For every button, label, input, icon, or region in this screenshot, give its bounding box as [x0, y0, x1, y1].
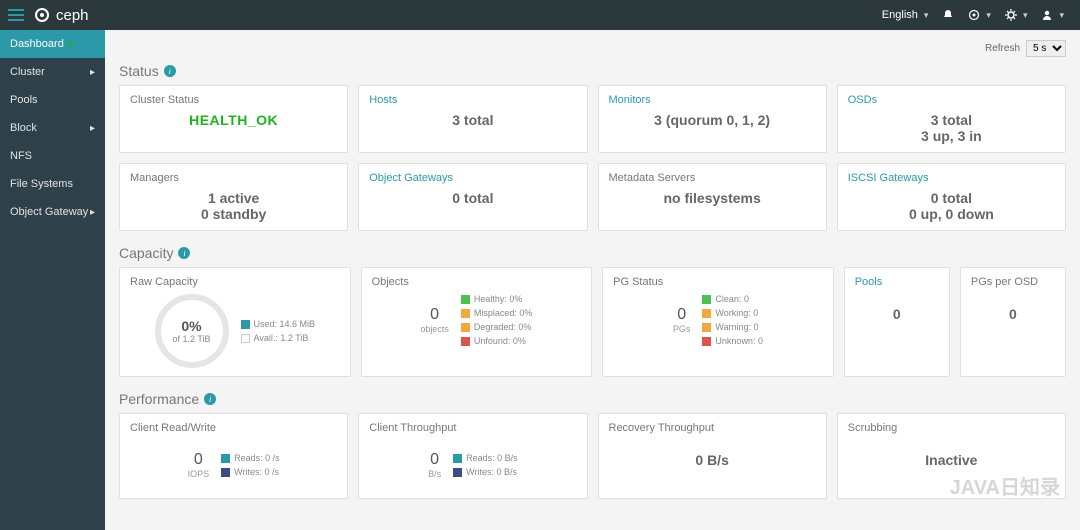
tasks-dropdown[interactable] — [968, 9, 991, 21]
language-dropdown[interactable]: English — [882, 9, 929, 21]
status-card-iscsi-gateways: ISCSI Gateways0 total0 up, 0 down — [837, 163, 1066, 231]
sidebar-item-block[interactable]: Block — [0, 114, 105, 142]
recovery-throughput-card: Recovery Throughput0 B/s — [598, 413, 827, 499]
info-icon[interactable]: i — [164, 65, 176, 77]
status-card-osds: OSDs3 total3 up, 3 in — [837, 85, 1066, 153]
ceph-icon — [34, 7, 50, 23]
raw-capacity-card: Raw Capacity0%of 1.2 TiBUsed: 14.6 MiBAv… — [119, 267, 351, 377]
status-card-cluster-status: Cluster StatusHEALTH_OK — [119, 85, 348, 153]
refresh-label: Refresh — [985, 43, 1020, 54]
settings-dropdown[interactable] — [1005, 9, 1028, 21]
info-icon[interactable]: i — [204, 393, 216, 405]
pools-card: Pools0 — [844, 267, 950, 377]
sidebar-item-file-systems[interactable]: File Systems — [0, 170, 105, 198]
hamburger-menu[interactable] — [8, 9, 24, 21]
user-dropdown[interactable] — [1041, 9, 1064, 21]
sidebar-item-cluster[interactable]: Cluster — [0, 58, 105, 86]
status-card-monitors: Monitors3 (quorum 0, 1, 2) — [598, 85, 827, 153]
status-card-hosts: Hosts3 total — [358, 85, 587, 153]
sidebar-item-pools[interactable]: Pools — [0, 86, 105, 114]
pg-status-card: PG Status0PGsClean: 0Working: 0Warning: … — [602, 267, 834, 377]
brand-logo: ceph — [34, 7, 89, 24]
pgs-per-osd-card: PGs per OSD0 — [960, 267, 1066, 377]
refresh-select[interactable]: 5 s — [1026, 40, 1066, 57]
brand-text: ceph — [56, 7, 89, 24]
capacity-donut: 0%of 1.2 TiB — [155, 294, 229, 368]
status-card-object-gateways: Object Gateways0 total — [358, 163, 587, 231]
client-throughput-card: Client Throughput0B/sReads: 0 B/sWrites:… — [358, 413, 587, 499]
objects-card: Objects0objectsHealthy: 0%Misplaced: 0%D… — [361, 267, 593, 377]
performance-heading: Performancei — [119, 391, 1066, 407]
client-rw-card: Client Read/Write0IOPSReads: 0 /sWrites:… — [119, 413, 348, 499]
status-card-managers: Managers1 active0 standby — [119, 163, 348, 231]
sidebar-item-object-gateway[interactable]: Object Gateway — [0, 198, 105, 226]
capacity-heading: Capacityi — [119, 245, 1066, 261]
notifications-icon[interactable] — [942, 9, 954, 21]
watermark: JAVA日知录 — [950, 471, 1060, 500]
sidebar: Dashboard ✔ClusterPoolsBlockNFSFile Syst… — [0, 30, 105, 530]
sidebar-item-nfs[interactable]: NFS — [0, 142, 105, 170]
status-card-metadata-servers: Metadata Serversno filesystems — [598, 163, 827, 231]
status-heading: Statusi — [119, 63, 1066, 79]
info-icon[interactable]: i — [178, 247, 190, 259]
sidebar-item-dashboard[interactable]: Dashboard ✔ — [0, 30, 105, 58]
